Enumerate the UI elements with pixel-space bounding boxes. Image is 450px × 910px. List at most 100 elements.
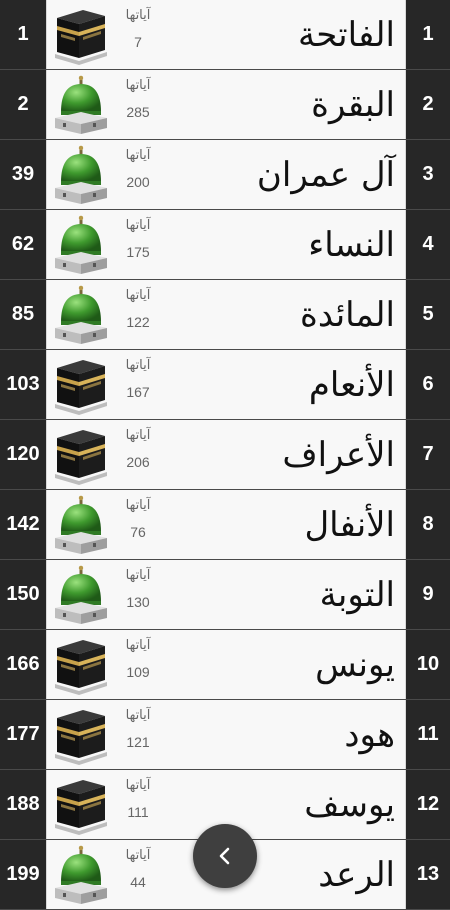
ayat-count: 121 [126,734,150,750]
surah-row[interactable]: 177 آياتها 121 هود 11 [0,700,450,770]
ayat-label: آياتها [125,778,151,793]
ayat-count: 111 [127,804,149,820]
start-page-number: 62 [0,210,46,279]
surah-name: الأنفال [304,505,395,545]
start-page-number: 142 [0,490,46,559]
surah-number: 13 [406,840,450,909]
surah-card[interactable]: آياتها 7 الفاتحة [46,0,406,69]
surah-card[interactable]: آياتها 122 المائدة [46,280,406,349]
surah-number: 1 [406,0,450,69]
surah-row[interactable]: 62 آياتها 175 النساء 4 [0,210,450,280]
green-dome-icon [53,494,109,556]
start-page-number: 166 [0,630,46,699]
ayat-label: آياتها [125,288,151,303]
ayat-label: آياتها [125,358,151,373]
kaaba-icon [53,354,109,416]
kaaba-icon [53,634,109,696]
ayat-count: 200 [126,174,150,190]
ayat-label: آياتها [125,498,151,513]
green-dome-icon [53,564,109,626]
surah-name: البقرة [311,85,395,125]
kaaba-icon [53,774,109,836]
surah-name: الأنعام [308,365,395,405]
green-dome-icon [53,144,109,206]
ayat-label: آياتها [125,708,151,723]
surah-name: النساء [308,225,395,265]
surah-number: 3 [406,140,450,209]
green-dome-icon [53,214,109,276]
surah-number: 11 [406,700,450,769]
ayat-count: 175 [126,244,150,260]
surah-number: 4 [406,210,450,279]
kaaba-icon [53,4,109,66]
kaaba-icon [53,424,109,486]
green-dome-icon [53,284,109,346]
surah-row[interactable]: 39 آياتها 200 آل عمران 3 [0,140,450,210]
start-page-number: 103 [0,350,46,419]
surah-name: هود [344,715,395,755]
surah-number: 10 [406,630,450,699]
surah-card[interactable]: آياتها 130 التوبة [46,560,406,629]
ayat-count: 130 [126,594,150,610]
ayat-label: آياتها [125,148,151,163]
surah-name: آل عمران [256,155,395,195]
surah-card[interactable]: آياتها 167 الأنعام [46,350,406,419]
surah-row[interactable]: 2 آياتها 285 البقرة 2 [0,70,450,140]
back-button[interactable] [193,824,257,888]
surah-number: 7 [406,420,450,489]
ayat-count: 167 [126,384,150,400]
surah-number: 2 [406,70,450,139]
surah-row[interactable]: 150 آياتها 130 التوبة 9 [0,560,450,630]
surah-name: الأعراف [282,435,395,475]
surah-card[interactable]: آياتها 76 الأنفال [46,490,406,559]
surah-card[interactable]: آياتها 121 هود [46,700,406,769]
ayat-label: آياتها [125,78,151,93]
start-page-number: 188 [0,770,46,839]
ayat-label: آياتها [125,848,151,863]
surah-row[interactable]: 103 آياتها 167 الأنعام 6 [0,350,450,420]
surah-number: 5 [406,280,450,349]
ayat-label: آياتها [125,428,151,443]
start-page-number: 150 [0,560,46,629]
ayat-count: 76 [130,524,146,540]
surah-row[interactable]: 85 آياتها 122 المائدة 5 [0,280,450,350]
start-page-number: 39 [0,140,46,209]
surah-card[interactable]: آياتها 206 الأعراف [46,420,406,489]
surah-list[interactable]: 1 آياتها 7 الفاتحة 1 2 آياتها 285 البقرة… [0,0,450,910]
start-page-number: 2 [0,70,46,139]
surah-number: 12 [406,770,450,839]
green-dome-icon [53,844,109,906]
surah-card[interactable]: آياتها 175 النساء [46,210,406,279]
chevron-left-icon [219,847,230,865]
start-page-number: 199 [0,840,46,909]
green-dome-icon [53,74,109,136]
surah-name: يونس [315,645,395,685]
ayat-label: آياتها [125,8,151,23]
ayat-label: آياتها [125,638,151,653]
start-page-number: 85 [0,280,46,349]
ayat-count: 109 [126,664,150,680]
surah-row[interactable]: 142 آياتها 76 الأنفال 8 [0,490,450,560]
kaaba-icon [53,704,109,766]
surah-card[interactable]: آياتها 200 آل عمران [46,140,406,209]
ayat-count: 122 [126,314,150,330]
surah-row[interactable]: 1 آياتها 7 الفاتحة 1 [0,0,450,70]
surah-row[interactable]: 166 آياتها 109 يونس 10 [0,630,450,700]
surah-card[interactable]: آياتها 109 يونس [46,630,406,699]
surah-name: المائدة [300,295,395,335]
surah-name: التوبة [319,575,395,615]
surah-row[interactable]: 120 آياتها 206 الأعراف 7 [0,420,450,490]
surah-number: 9 [406,560,450,629]
surah-name: يوسف [304,785,395,825]
ayat-count: 206 [126,454,150,470]
ayat-count: 7 [134,34,142,50]
start-page-number: 177 [0,700,46,769]
start-page-number: 120 [0,420,46,489]
surah-card[interactable]: آياتها 285 البقرة [46,70,406,139]
ayat-label: آياتها [125,568,151,583]
surah-number: 8 [406,490,450,559]
ayat-count: 285 [126,104,150,120]
surah-name: الفاتحة [297,15,395,55]
surah-number: 6 [406,350,450,419]
start-page-number: 1 [0,0,46,69]
